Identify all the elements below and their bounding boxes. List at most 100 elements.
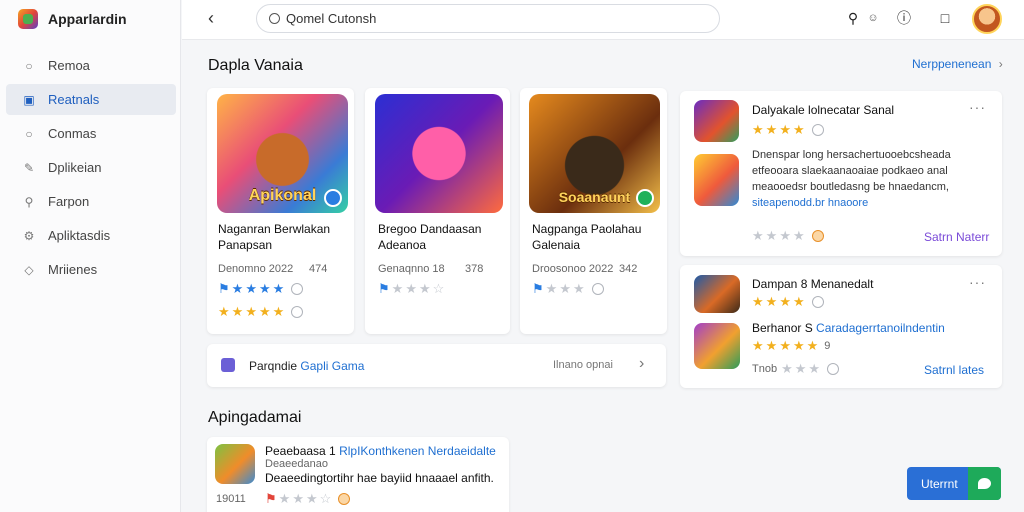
search-icon[interactable]: ⚲ <box>843 8 863 28</box>
review-title: Dalyakale lolnecatar Sanal <box>752 103 895 117</box>
sidebar-item-label: Dplikeian <box>48 160 102 175</box>
more-options-icon[interactable]: ··· <box>969 99 986 115</box>
app-meta-count: 378 <box>465 263 484 275</box>
sidebar-item-comments[interactable]: ○ Conmas <box>6 118 176 149</box>
review-text-4[interactable]: siteapenodd.br hnaoore <box>752 195 868 211</box>
search-box[interactable] <box>256 4 720 33</box>
gear-icon: ⚙ <box>23 228 35 243</box>
collection-row[interactable]: Parqndie Gapli Gama Ilnano opnai › <box>207 344 666 387</box>
chevron-right-icon[interactable]: › <box>639 355 644 373</box>
sidebar-item-tags[interactable]: ◇ Mriienes <box>6 254 176 285</box>
review-text-2: etfeooara slaekaanaoaiae podkaeo anal <box>752 165 948 177</box>
footer-label: Tnob <box>752 363 778 375</box>
rating-value: 9 <box>824 340 831 352</box>
app-meta: Droosonoo 2022 <box>532 263 614 275</box>
collection-label: Parqndie Gapli Gama <box>249 359 365 373</box>
tag-outline-icon: ◇ <box>24 262 34 277</box>
info-dot-icon <box>811 124 824 136</box>
list-item-desc: Deaeedingtortihr hae bayiid hnaaael anfi… <box>265 471 494 485</box>
list-item-title: Peaebaasa 1 RlpIKonthkenen Nerdaeidalte <box>265 444 496 458</box>
list-item[interactable]: Peaebaasa 1 RlpIKonthkenen Nerdaeidalte … <box>207 437 509 512</box>
back-arrow-icon[interactable]: ‹ <box>208 8 214 29</box>
sidebar-item-edit[interactable]: ✎ Dplikeian <box>6 152 176 183</box>
featured-more-link[interactable]: Nerppenenean › <box>912 57 1003 71</box>
sidebar-item-label: Apliktasdis <box>48 228 111 243</box>
review-card[interactable]: Dalyakale lolnecatar Sanal ··· ★ ★ ★ ★ Dnen… <box>680 91 1002 256</box>
badge-icon <box>636 189 654 207</box>
sidebar-item-label: Reatnals <box>48 92 100 107</box>
see-more-link[interactable]: Satrnl lates <box>924 363 984 377</box>
help-icon[interactable]: ☺ <box>863 8 883 28</box>
app-card[interactable]: Apikonal Naganran Berwlakan Panapsan Den… <box>207 88 354 334</box>
app-card[interactable]: Bregoo Dandaasan Adeanoa Genaqnno 18 378… <box>365 88 510 334</box>
review-text-3: meaooedsr boutledasng be hnaedancm, <box>752 181 949 193</box>
flag-icon: ⚑ <box>532 281 544 296</box>
info-dot-icon <box>827 363 840 375</box>
review-title: Dampan 8 Menanedalt <box>752 277 874 291</box>
app-name: Nagpanga Paolahau <box>532 222 642 236</box>
rating-stars: ⚑ ★ ★ ★ ★ <box>218 281 304 297</box>
pencil-icon: ✎ <box>23 160 35 175</box>
app-icon <box>694 323 740 369</box>
sidebar-item-home[interactable]: ○ Remoa <box>6 50 176 81</box>
app-logo-icon <box>18 9 38 29</box>
review-text-1: Dnenspar long hersachertuooebcsheada <box>752 149 951 161</box>
sidebar-item-apps[interactable]: ▣ Reatnals <box>6 84 176 115</box>
info-dot-icon <box>338 493 351 505</box>
app-subtitle: Adeanoa <box>378 238 427 252</box>
brand[interactable]: Apparlardin <box>18 7 127 31</box>
primary-action-label: Uterrnt <box>921 476 958 491</box>
rating-stars: ★ ★ ★ ★ ★ 9 <box>752 338 831 353</box>
app-icon: Soaanaunt <box>529 94 660 213</box>
app-icon: Apikonal <box>217 94 348 213</box>
flag-icon: ⚑ <box>218 281 230 296</box>
share-icon[interactable]: □ <box>935 8 955 28</box>
avatar[interactable] <box>972 4 1002 34</box>
sidebar-item-label: Mriienes <box>48 262 98 277</box>
sidebar-item-settings[interactable]: ⚙ Apliktasdis <box>6 220 176 251</box>
info-icon[interactable]: ⓘ <box>894 8 914 28</box>
sidebar: Apparlardin ○ Remoa ▣ Reatnals ○ Conmas … <box>0 0 181 512</box>
rating-stars: Tnob ★ ★ ★ <box>752 361 840 377</box>
chat-icon[interactable] <box>968 467 1001 500</box>
rating-stars-secondary: ★ ★ ★ ★ ★ <box>218 304 304 320</box>
primary-action-button[interactable]: Uterrnt <box>907 467 1001 500</box>
info-dot-icon <box>811 296 824 308</box>
search-input[interactable] <box>286 11 686 26</box>
chevron-right-icon: › <box>998 57 1003 71</box>
more-options-icon[interactable]: ··· <box>969 274 986 290</box>
section-title-featured: Dapla Vanaia <box>208 57 303 74</box>
app-name: Naganran Berwlakan <box>218 222 331 236</box>
app-meta-count: 342 <box>619 263 638 275</box>
rating-stars: ★ ★ ★ ★ <box>752 228 824 244</box>
app-card[interactable]: Soaanaunt Nagpanga Paolahau Galenaia Dro… <box>520 88 667 334</box>
flag-icon: ⚑ <box>378 281 390 296</box>
app-subtitle: Galenaia <box>532 238 581 252</box>
flag-icon: ⚑ <box>265 491 277 506</box>
grid-icon: ▣ <box>23 92 35 107</box>
search-icon: ⚲ <box>24 194 34 209</box>
rating-stars: ⚑ ★ ★ ★ ☆ <box>265 491 351 507</box>
sidebar-item-label: Conmas <box>48 126 97 141</box>
app-meta: Genaqnno 18 <box>378 263 445 275</box>
featured-more-label: Nerppenenean <box>912 57 992 71</box>
app-icon <box>694 154 739 206</box>
rating-stars: ★ ★ ★ ★ <box>752 294 824 310</box>
sidebar-item-search[interactable]: ⚲ Farpon <box>6 186 176 217</box>
badge-icon <box>324 189 342 207</box>
info-dot-icon <box>811 230 824 242</box>
app-icon <box>694 100 739 142</box>
review-card[interactable]: Dampan 8 Menanedalt ··· ★ ★ ★ ★ Berhanor S … <box>680 265 1002 388</box>
app-name: Bregoo Dandaasan <box>378 222 482 236</box>
info-dot-icon <box>291 306 304 318</box>
app-icon <box>694 275 740 313</box>
list-item-subtitle: Deaeedanao <box>265 458 329 470</box>
rating-stars: ★ ★ ★ ★ <box>752 122 824 138</box>
app-subtitle: Panapsan <box>218 238 273 252</box>
rating-stars: ⚑ ★ ★ ★ <box>532 281 604 297</box>
app-meta-count: 474 <box>309 263 328 275</box>
search-icon <box>269 13 280 24</box>
see-more-link[interactable]: Satrn Naterr <box>924 230 989 244</box>
sidebar-nav: ○ Remoa ▣ Reatnals ○ Conmas ✎ Dplikeian … <box>6 50 176 288</box>
section-title-bottom: Apingadamai <box>208 409 302 426</box>
